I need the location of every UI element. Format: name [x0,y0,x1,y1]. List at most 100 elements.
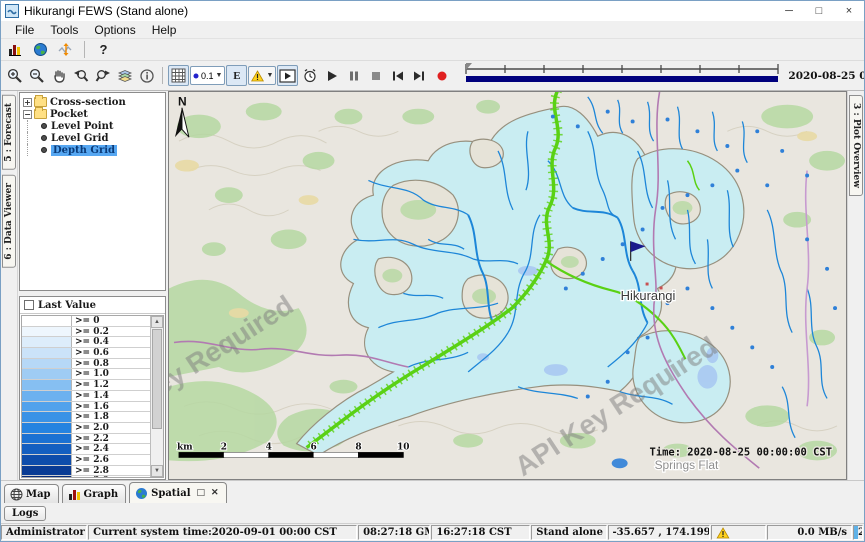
menu-tools[interactable]: Tools [42,22,86,38]
tab-restore-icon[interactable]: □ [197,488,206,498]
last-value-checkbox[interactable] [24,300,34,310]
expander-plus-icon[interactable]: + [23,98,32,107]
legend-row[interactable]: >= 1.6 [22,402,150,413]
legend-scrollbar[interactable]: ▲ ▼ [150,316,163,477]
expander-minus-icon[interactable]: − [23,110,32,119]
help-button[interactable]: ? [93,39,114,60]
timeseries-display-icon[interactable] [55,39,76,60]
tree-item-level-point[interactable]: Level Point [22,120,165,132]
zoom-out-icon[interactable] [26,65,47,86]
legend-row[interactable]: >= 2.4 [22,444,150,455]
title-bar[interactable]: Hikurangi FEWS (Stand alone) ─ □ × [1,1,864,21]
menu-file[interactable]: File [7,22,42,38]
legend-row[interactable]: >= 0.8 [22,359,150,370]
step-forward-button[interactable] [409,65,430,86]
svg-text:8: 8 [355,443,361,453]
tree-item-depth-grid[interactable]: Depth Grid [22,144,165,156]
animation-timer-icon[interactable] [299,65,320,86]
movie-player-icon[interactable] [277,65,298,86]
folder-icon [34,109,47,119]
time-slider[interactable] [463,61,781,90]
zoom-in-icon[interactable] [4,65,25,86]
svg-text:km: km [177,443,193,453]
legend-row[interactable]: >= 2.8 [22,466,150,477]
zoom-next-icon[interactable] [92,65,113,86]
layer-tree: + Cross-section − Pocket Level Point [19,92,166,291]
grid-layer-toggle[interactable] [168,65,189,86]
bullet-icon [41,135,47,141]
record-button[interactable] [431,65,452,86]
legend-row[interactable]: >= 0 [22,316,150,327]
legend-row[interactable]: >= 2.2 [22,434,150,445]
contour-threshold-dropdown[interactable]: 0.1 ▼ [190,66,225,85]
tree-item-pocket[interactable]: − Pocket [22,108,165,120]
map-viewport[interactable]: API Key Required API Key Required N km 2… [168,91,847,480]
legend-row[interactable]: >= 3.0 [22,476,150,478]
grid-display-icon[interactable] [5,39,26,60]
status-gmt-time: 08:27:18 GMT [358,525,430,540]
legend-class-label: >= 1.2 [72,380,150,390]
legend-color-swatch [22,476,72,478]
tree-item-label: Pocket [50,109,88,120]
legend-row[interactable]: >= 1.4 [22,391,150,402]
close-button[interactable]: × [834,1,864,21]
tab-close-icon[interactable]: ✕ [211,488,219,498]
map-toolbar: 0.1 ▼ E ▼ [1,61,864,91]
menu-help[interactable]: Help [144,22,185,38]
map-display-icon[interactable] [30,39,51,60]
legend-color-swatch [22,423,72,433]
pause-button[interactable] [343,65,364,86]
tab-plot-overview[interactable]: 3 : Plot Overview [849,95,863,196]
legend-color-swatch [22,380,72,390]
legend-class-label: >= 0.2 [72,327,150,337]
tab-forecast[interactable]: 5 : Forecast [2,95,16,170]
legend-color-swatch [22,391,72,401]
layers-icon[interactable] [114,65,135,86]
zoom-previous-icon[interactable] [70,65,91,86]
legend-class-label: >= 2.6 [72,455,150,465]
legend-class-label: >= 2.4 [72,444,150,454]
tree-item-label-selected: Depth Grid [51,145,117,156]
stop-button[interactable] [365,65,386,86]
legend-class-label: >= 1.6 [72,402,150,412]
play-button[interactable] [321,65,342,86]
menu-options[interactable]: Options [86,22,143,38]
maximize-button[interactable]: □ [804,1,834,21]
pan-hand-icon[interactable] [48,65,69,86]
tab-map[interactable]: Map [4,484,59,503]
status-user: Administrator [1,525,87,540]
legend-row[interactable]: >= 1.0 [22,369,150,380]
scroll-up-icon[interactable]: ▲ [151,316,163,328]
status-warning-cell[interactable] [711,525,765,540]
tree-item-level-grid[interactable]: Level Grid [22,132,165,144]
warning-threshold-dropdown[interactable]: ▼ [248,66,276,85]
legend-color-swatch [22,359,72,369]
threshold-value: 0.1 [201,71,214,81]
tab-graph[interactable]: Graph [62,484,127,503]
tab-data-viewer[interactable]: 6 : Data Viewer [2,175,16,268]
scroll-thumb[interactable] [152,329,162,429]
step-back-button[interactable] [387,65,408,86]
map-canvas[interactable]: API Key Required API Key Required N km 2… [169,92,846,479]
tree-connector [27,120,41,132]
minimize-button[interactable]: ─ [774,1,804,21]
legend-panel: Last Value >= 0>= 0.2>= 0.4>= 0.6>= 0.8>… [19,296,166,480]
legend-class-label: >= 2.8 [72,466,150,476]
info-icon[interactable] [136,65,157,86]
label-toggle[interactable]: E [226,65,247,86]
status-local-time: 16:27:18 CST [431,525,530,540]
legend-row[interactable]: >= 2.0 [22,423,150,434]
legend-class-label: >= 0.6 [72,348,150,358]
legend-row[interactable]: >= 0.6 [22,348,150,359]
scroll-down-icon[interactable]: ▼ [151,465,163,477]
left-tab-strip: 5 : Forecast 6 : Data Viewer [1,91,18,480]
legend-row[interactable]: >= 1.2 [22,380,150,391]
legend-row[interactable]: >= 1.8 [22,412,150,423]
tab-spatial[interactable]: Spatial □ ✕ [129,482,226,503]
logs-button[interactable]: Logs [4,506,46,521]
bullet-icon [41,147,47,153]
legend-row[interactable]: >= 0.4 [22,337,150,348]
legend-row[interactable]: >= 2.6 [22,455,150,466]
tree-item-cross-section[interactable]: + Cross-section [22,96,165,108]
legend-row[interactable]: >= 0.2 [22,327,150,338]
